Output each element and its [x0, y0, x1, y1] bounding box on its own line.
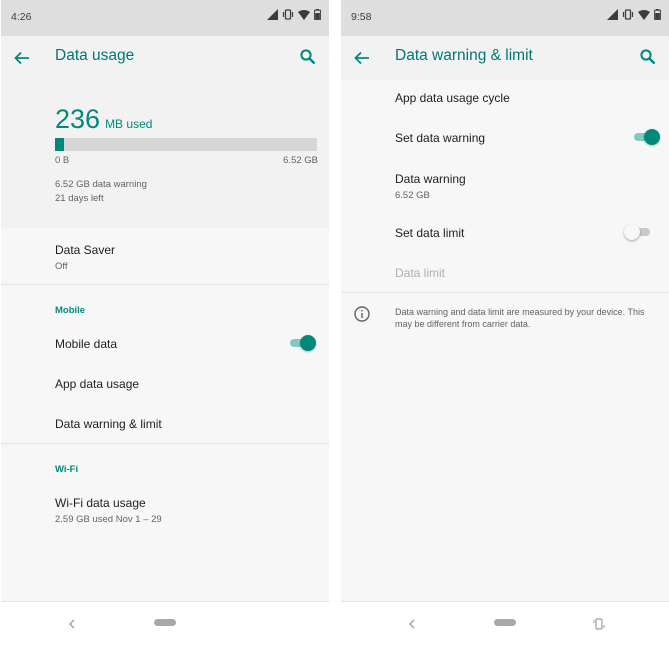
- data-saver-item[interactable]: Data Saver Off: [55, 243, 317, 272]
- info-text: Data warning and data limit are measured…: [395, 307, 645, 329]
- app-bar: Data warning & limit: [341, 36, 669, 80]
- divider: [341, 292, 669, 293]
- usage-amount: 236 MB used: [55, 104, 152, 135]
- data-usage-screen: 4:26 Data usage 236 MB used 0 B 6.52 GB 6…: [1, 0, 329, 648]
- usage-bar-max: 6.52 GB: [283, 155, 318, 166]
- mobile-data-item[interactable]: Mobile data: [55, 337, 317, 351]
- usage-bar-min: 0 B: [55, 155, 70, 166]
- status-time: 4:26: [11, 11, 32, 23]
- nav-home-pill[interactable]: [494, 619, 516, 626]
- page-title: Data usage: [55, 47, 135, 64]
- back-arrow-icon[interactable]: [353, 49, 371, 67]
- vibrate-icon: [282, 9, 294, 20]
- nav-home-pill[interactable]: [154, 619, 176, 626]
- status-time: 9:58: [351, 11, 372, 23]
- app-data-usage-cycle-item[interactable]: App data usage cycle: [395, 91, 657, 105]
- app-data-usage-item[interactable]: App data usage: [55, 377, 317, 391]
- rotate-icon[interactable]: [591, 616, 607, 632]
- data-warning-limit-screen: 9:58 Data warning & limit App data usage…: [341, 0, 669, 648]
- divider: [1, 443, 329, 444]
- data-warning-label: Data warning: [395, 172, 466, 186]
- data-warning-limit-label: Data warning & limit: [55, 417, 162, 431]
- mobile-data-toggle[interactable]: [288, 335, 316, 351]
- data-limit-item: Data limit: [395, 266, 657, 280]
- app-data-usage-label: App data usage: [55, 377, 140, 391]
- search-icon[interactable]: [299, 48, 317, 66]
- back-arrow-icon[interactable]: [13, 49, 31, 67]
- data-limit-label: Data limit: [395, 266, 446, 280]
- wifi-section-header: Wi-Fi: [55, 464, 79, 475]
- search-icon[interactable]: [639, 48, 657, 66]
- set-data-limit-label: Set data limit: [395, 226, 465, 240]
- status-icons: [267, 9, 321, 20]
- mobile-data-label: Mobile data: [55, 337, 118, 351]
- status-bar: 9:58: [341, 0, 669, 36]
- wifi-data-usage-label: Wi-Fi data usage: [55, 496, 146, 510]
- vibrate-icon: [622, 9, 634, 20]
- wifi-icon: [638, 9, 650, 20]
- usage-bar-fill: [55, 138, 65, 151]
- days-left-text: 21 days left: [55, 193, 104, 204]
- set-data-warning-toggle[interactable]: [632, 129, 660, 145]
- signal-icon: [267, 9, 278, 20]
- set-data-warning-label: Set data warning: [395, 131, 486, 145]
- status-icons: [607, 9, 661, 20]
- navigation-bar: [341, 601, 669, 648]
- data-warning-item[interactable]: Data warning 6.52 GB: [395, 172, 657, 201]
- signal-icon: [607, 9, 618, 20]
- battery-icon: [314, 9, 321, 20]
- data-warning-limit-item[interactable]: Data warning & limit: [55, 417, 317, 431]
- battery-icon: [654, 9, 661, 20]
- settings-list: App data usage cycle Set data warning Da…: [341, 80, 669, 602]
- nav-back-icon[interactable]: [404, 616, 420, 632]
- set-data-limit-item[interactable]: Set data limit: [395, 226, 657, 240]
- usage-bar: [55, 138, 317, 151]
- usage-unit: MB used: [105, 117, 153, 131]
- status-bar: 4:26: [1, 0, 329, 36]
- settings-list: Data Saver Off Mobile Mobile data App da…: [1, 228, 329, 602]
- wifi-data-usage-value: 2.59 GB used Nov 1 – 29: [55, 514, 162, 525]
- page-title: Data warning & limit: [395, 47, 533, 64]
- app-data-usage-cycle-label: App data usage cycle: [395, 91, 510, 105]
- data-warning-value: 6.52 GB: [395, 190, 430, 201]
- wifi-data-usage-item[interactable]: Wi-Fi data usage 2.59 GB used Nov 1 – 29: [55, 496, 317, 525]
- nav-back-icon[interactable]: [64, 616, 80, 632]
- usage-summary: 236 MB used 0 B 6.52 GB 6.52 GB data warn…: [1, 80, 329, 228]
- usage-value: 236: [55, 104, 101, 134]
- wifi-icon: [298, 9, 310, 20]
- info-icon: [354, 306, 370, 322]
- data-warning-text: 6.52 GB data warning: [55, 179, 147, 190]
- set-data-warning-item[interactable]: Set data warning: [395, 131, 657, 145]
- navigation-bar: [1, 601, 329, 648]
- set-data-limit-toggle[interactable]: [624, 224, 652, 240]
- mobile-section-header: Mobile: [55, 305, 86, 316]
- data-saver-value: Off: [55, 261, 68, 272]
- data-saver-label: Data Saver: [55, 243, 116, 257]
- app-bar: Data usage: [1, 36, 329, 80]
- divider: [1, 284, 329, 285]
